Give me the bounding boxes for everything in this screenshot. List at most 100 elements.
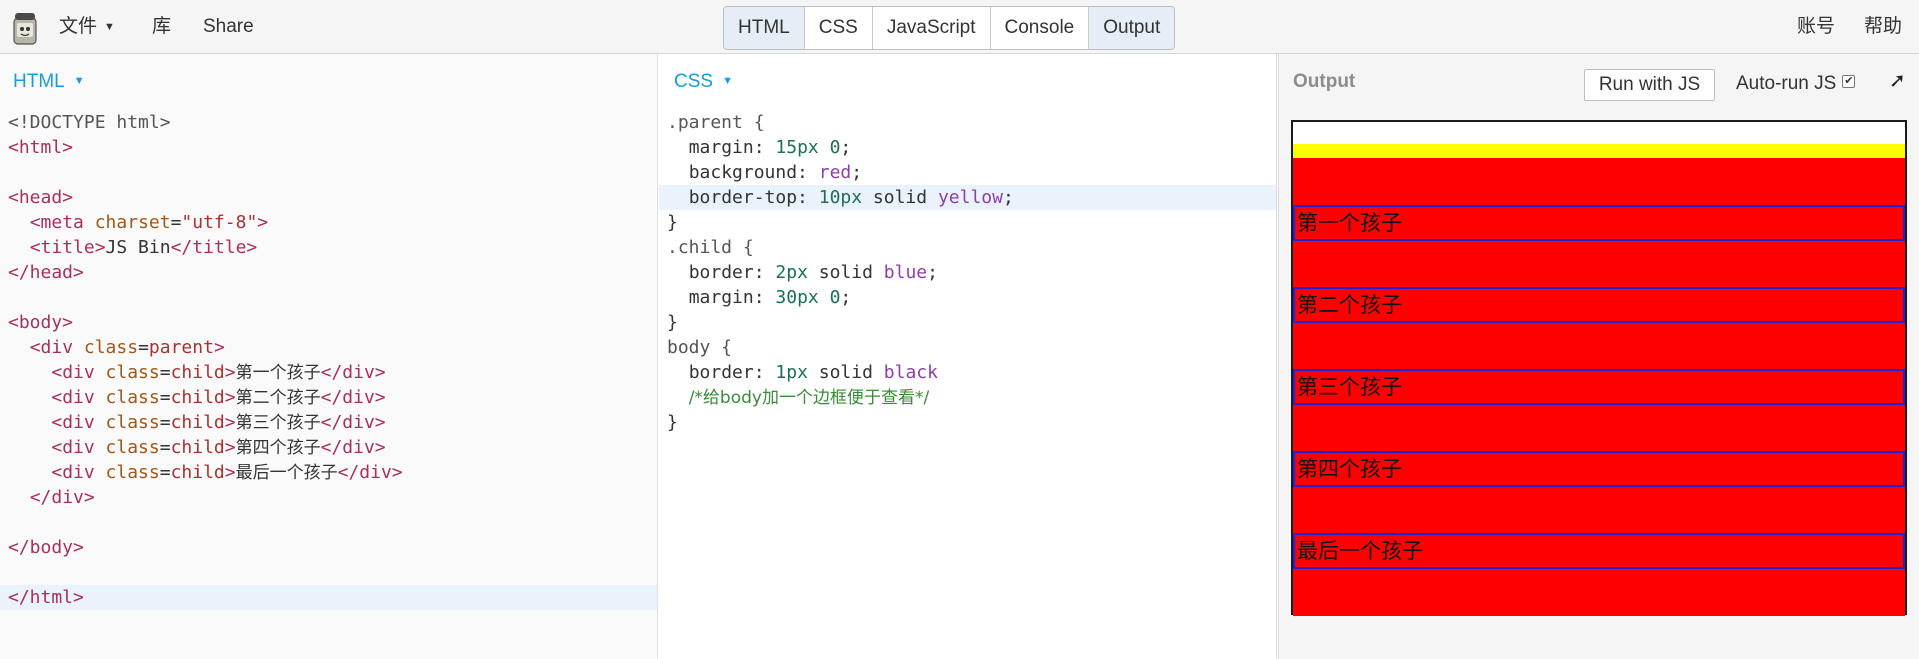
code-eq: = (159, 387, 171, 408)
tab-css[interactable]: CSS (805, 7, 873, 49)
tab-javascript[interactable]: JavaScript (873, 7, 991, 49)
code-brace: } (667, 312, 678, 333)
panel-tabs: HTML CSS JavaScript Console Output (723, 6, 1176, 50)
rendered-child: 第三个孩子 (1293, 369, 1905, 405)
output-panel-title: Output (1293, 71, 1356, 92)
run-with-js-button[interactable]: Run with JS (1584, 69, 1715, 101)
output-frame: 第一个孩子 第二个孩子 第三个孩子 第四个孩子 最后一个孩子 (1291, 120, 1907, 616)
html-code-editor[interactable]: <!DOCTYPE html> <html> <head> <meta char… (0, 110, 657, 610)
code-tag: </div> (320, 387, 386, 408)
code-tag: <div (51, 412, 106, 433)
arrow-up-right-icon[interactable]: ➚ (1889, 68, 1906, 93)
code-property: background: (688, 162, 819, 183)
jsbin-logo-icon[interactable] (10, 10, 40, 46)
code-keyword: black (883, 362, 938, 383)
code-line-active: </html> (0, 585, 657, 610)
code-number: 30px 0 (775, 287, 841, 308)
auto-run-js-toggle[interactable]: Auto-run JS ✔ (1736, 73, 1856, 95)
code-number: 1px (775, 362, 819, 383)
code-number: 2px (775, 262, 819, 283)
top-bar: 文件 ▼ 库 Share HTML CSS JavaScript Console … (0, 0, 1919, 54)
auto-run-checkbox[interactable]: ✔ (1842, 75, 1856, 88)
file-menu[interactable]: 文件 ▼ (59, 0, 115, 54)
css-code-editor[interactable]: .parent { margin: 15px 0; background: re… (659, 110, 1276, 435)
code-line: <div class=child>第三个孩子</div> (0, 410, 657, 435)
code-string: "utf-8" (181, 212, 258, 233)
code-eq: = (159, 362, 171, 383)
code-line: } (659, 210, 1276, 235)
rendered-child: 第四个孩子 (1293, 451, 1905, 487)
code-line: background: red; (659, 160, 1276, 185)
code-eq: = (159, 462, 171, 483)
code-keyword: solid (872, 187, 938, 208)
code-attr: class (105, 387, 160, 408)
help-link[interactable]: 帮助 (1864, 0, 1902, 54)
code-property: margin: (688, 137, 776, 158)
code-line: border: 1px solid black (659, 360, 1276, 385)
code-line: border: 2px solid blue; (659, 260, 1276, 285)
library-menu[interactable]: 库 (152, 0, 171, 54)
code-eq: = (170, 212, 182, 233)
code-brace: } (667, 212, 678, 233)
code-tag: <div (51, 437, 106, 458)
code-line: .parent { (659, 110, 1276, 135)
caret-down-icon: ▼ (722, 75, 733, 87)
rendered-child: 第一个孩子 (1293, 205, 1905, 241)
auto-run-js-label: Auto-run JS (1736, 73, 1837, 94)
code-tag: </div> (29, 487, 95, 508)
code-eq: = (138, 337, 149, 358)
code-attr: class (105, 362, 160, 383)
css-panel-label[interactable]: CSS ▼ (674, 71, 733, 93)
code-tag: > (213, 337, 225, 358)
code-tag: </div> (320, 362, 386, 383)
code-semicolon: ; (840, 137, 852, 158)
code-property: border-top: (688, 187, 819, 208)
code-tag: <title> (29, 237, 106, 258)
code-line: margin: 15px 0; (659, 135, 1276, 160)
code-tag: <div (51, 362, 106, 383)
code-tag: </head> (8, 262, 84, 283)
css-panel: CSS ▼ .parent { margin: 15px 0; backgroun… (659, 54, 1277, 659)
code-semicolon: ; (840, 287, 852, 308)
code-keyword: blue (883, 262, 928, 283)
code-line: body { (659, 335, 1276, 360)
account-link[interactable]: 账号 (1797, 0, 1835, 54)
code-line: } (659, 410, 1276, 435)
code-tag: > (224, 462, 236, 483)
code-keyword: red (818, 162, 852, 183)
code-tag: </html> (8, 587, 84, 608)
code-line-active: border-top: 10px solid yellow; (659, 185, 1276, 210)
rendered-parent: 第一个孩子 第二个孩子 第三个孩子 第四个孩子 最后一个孩子 (1293, 144, 1905, 616)
code-doctype: <!DOCTYPE html> (8, 112, 171, 133)
code-attr: class (105, 412, 160, 433)
code-tag: </div> (320, 437, 386, 458)
code-tag: <body> (8, 312, 74, 333)
code-line: <body> (0, 310, 657, 335)
code-semicolon: ; (851, 162, 863, 183)
code-comment: /*给body加一个边框便于查看*/ (688, 388, 930, 408)
tab-output[interactable]: Output (1089, 7, 1175, 49)
code-line: <title>JS Bin</title> (0, 235, 657, 260)
tab-console[interactable]: Console (991, 7, 1090, 49)
code-semicolon: ; (1002, 187, 1014, 208)
code-line: <div class=child>第二个孩子</div> (0, 385, 657, 410)
code-tag: </title> (170, 237, 258, 258)
share-menu[interactable]: Share (203, 0, 254, 54)
html-panel-label[interactable]: HTML ▼ (13, 71, 85, 93)
code-semicolon: ; (927, 262, 938, 283)
code-string: child (170, 412, 225, 433)
rendered-child: 最后一个孩子 (1293, 533, 1905, 569)
code-tag: </div> (337, 462, 403, 483)
caret-down-icon: ▼ (73, 75, 85, 87)
code-line: </div> (0, 485, 657, 510)
code-selector: .child { (667, 237, 754, 258)
code-eq: = (159, 437, 171, 458)
code-text: 第二个孩子 (235, 388, 321, 408)
code-string: child (170, 362, 225, 383)
code-selector: .parent { (667, 112, 765, 133)
code-property: border: (688, 362, 776, 383)
tab-html[interactable]: HTML (724, 7, 805, 49)
code-line: <head> (0, 185, 657, 210)
